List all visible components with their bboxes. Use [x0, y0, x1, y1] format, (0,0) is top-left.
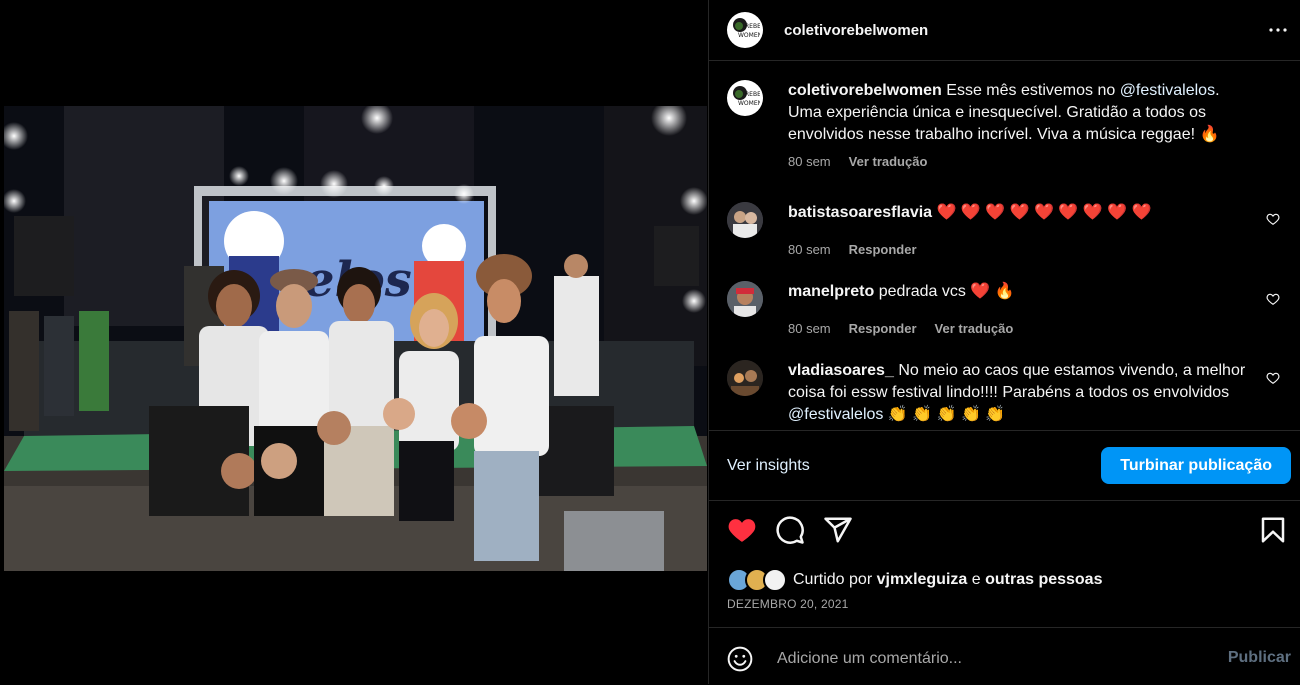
comment-text: manelpreto pedrada vcs ❤️ 🔥 [788, 281, 1252, 303]
liker-username[interactable]: vjmxleguiza [877, 571, 968, 588]
post-date[interactable]: DEZEMBRO 20, 2021 [727, 597, 848, 611]
like-comment-heart-icon[interactable] [1266, 292, 1280, 306]
comment-item: batistasoaresflavia ❤️ ❤️ ❤️ ❤️ ❤️ ❤️ ❤️… [727, 184, 1288, 264]
likes-summary[interactable]: Curtido por vjmxleguiza e outras pessoas [727, 568, 1102, 592]
account-avatar[interactable]: REBEL WOMEN [727, 12, 763, 48]
header-username[interactable]: coletivorebelwomen [784, 22, 928, 39]
comment-reply-button[interactable]: Responder [849, 321, 917, 336]
svg-text:REBEL: REBEL [745, 91, 760, 98]
profile-photo-icon [727, 360, 763, 396]
section-divider [709, 430, 1300, 431]
comment-username[interactable]: vladiasoares_ [788, 362, 894, 379]
comment-username[interactable]: manelpreto [788, 283, 874, 300]
profile-photo-icon [727, 202, 763, 238]
share-send-icon[interactable] [823, 515, 853, 545]
likes-prefix: Curtido por [793, 571, 877, 588]
comment-meta: 80 sem Responder [788, 242, 917, 257]
view-insights-link[interactable]: Ver insights [727, 457, 810, 475]
caption-mention[interactable]: @festivalelos [1120, 82, 1215, 99]
rebel-women-logo-icon: REBEL WOMEN [733, 18, 760, 39]
svg-text:WOMEN: WOMEN [738, 32, 760, 39]
comment-text: batistasoaresflavia ❤️ ❤️ ❤️ ❤️ ❤️ ❤️ ❤️… [788, 202, 1252, 224]
likes-middle: e [967, 571, 986, 588]
comment-text: vladiasoares_ No meio ao caos que estamo… [788, 360, 1252, 426]
comment-item: vladiasoares_ No meio ao caos que estamo… [727, 342, 1288, 430]
post-action-bar [727, 515, 1288, 547]
others-link[interactable]: outras pessoas [985, 571, 1102, 588]
commenter-avatar[interactable] [727, 360, 763, 396]
post-header: REBEL WOMEN coletivorebelwomen [709, 0, 1300, 61]
more-horizontal-icon[interactable] [1268, 22, 1288, 38]
post-media: elos [0, 0, 708, 684]
comment-time[interactable]: 80 sem [788, 321, 831, 336]
commenter-avatar[interactable] [727, 202, 763, 238]
post-photo[interactable]: elos [4, 106, 707, 571]
comment-reply-button[interactable]: Responder [849, 242, 917, 257]
caption-avatar[interactable]: REBEL WOMEN [727, 80, 763, 116]
caption-time[interactable]: 80 sem [788, 154, 831, 169]
comment-input[interactable] [775, 642, 1219, 676]
section-divider [709, 500, 1300, 501]
comment-item: manelpreto pedrada vcs ❤️ 🔥 80 sem Respo… [727, 263, 1288, 343]
like-comment-heart-icon[interactable] [1266, 371, 1280, 385]
add-comment-bar: Publicar [709, 627, 1300, 685]
comment-bubble-icon[interactable] [775, 515, 805, 545]
likes-text: Curtido por vjmxleguiza e outras pessoas [793, 571, 1102, 589]
caption-body-start: Esse mês estivemos no [946, 82, 1120, 99]
comment-body-end: 👏 👏 👏 👏 👏 [883, 406, 1006, 423]
comment-body: pedrada vcs ❤️ 🔥 [878, 283, 1015, 300]
like-comment-heart-icon[interactable] [1266, 212, 1280, 226]
profile-photo-icon [727, 281, 763, 317]
commenter-avatar[interactable] [727, 281, 763, 317]
post-caption: REBEL WOMEN coletivorebelwomen Esse mês … [727, 62, 1288, 192]
comment-translate-link[interactable]: Ver tradução [935, 321, 1014, 336]
comments-list[interactable]: REBEL WOMEN coletivorebelwomen Esse mês … [709, 62, 1300, 430]
caption-meta: 80 sem Ver tradução [788, 154, 927, 169]
comment-username[interactable]: batistasoaresflavia [788, 204, 932, 221]
like-heart-filled-icon[interactable] [727, 515, 757, 545]
caption-username[interactable]: coletivorebelwomen [788, 82, 942, 99]
svg-text:REBEL: REBEL [745, 23, 760, 30]
emoji-smiley-icon[interactable] [727, 646, 753, 672]
save-bookmark-icon[interactable] [1258, 515, 1288, 545]
caption-translate-link[interactable]: Ver tradução [849, 154, 928, 169]
boost-post-button[interactable]: Turbinar publicação [1101, 447, 1291, 484]
comment-meta: 80 sem Responder Ver tradução [788, 321, 1013, 336]
svg-text:WOMEN: WOMEN [738, 100, 760, 107]
comment-mention[interactable]: @festivalelos [788, 406, 883, 423]
post-side-panel: REBEL WOMEN coletivorebelwomen REBEL WOM… [708, 0, 1300, 684]
rebel-women-logo-icon: REBEL WOMEN [733, 86, 760, 107]
comment-time[interactable]: 80 sem [788, 242, 831, 257]
caption-text: coletivorebelwomen Esse mês estivemos no… [788, 80, 1252, 146]
liker-avatar [763, 568, 787, 592]
publish-comment-button[interactable]: Publicar [1228, 649, 1291, 667]
comment-body: ❤️ ❤️ ❤️ ❤️ ❤️ ❤️ ❤️ ❤️ ❤️ [936, 204, 1152, 221]
festival-photo-illustration: elos [4, 106, 707, 571]
